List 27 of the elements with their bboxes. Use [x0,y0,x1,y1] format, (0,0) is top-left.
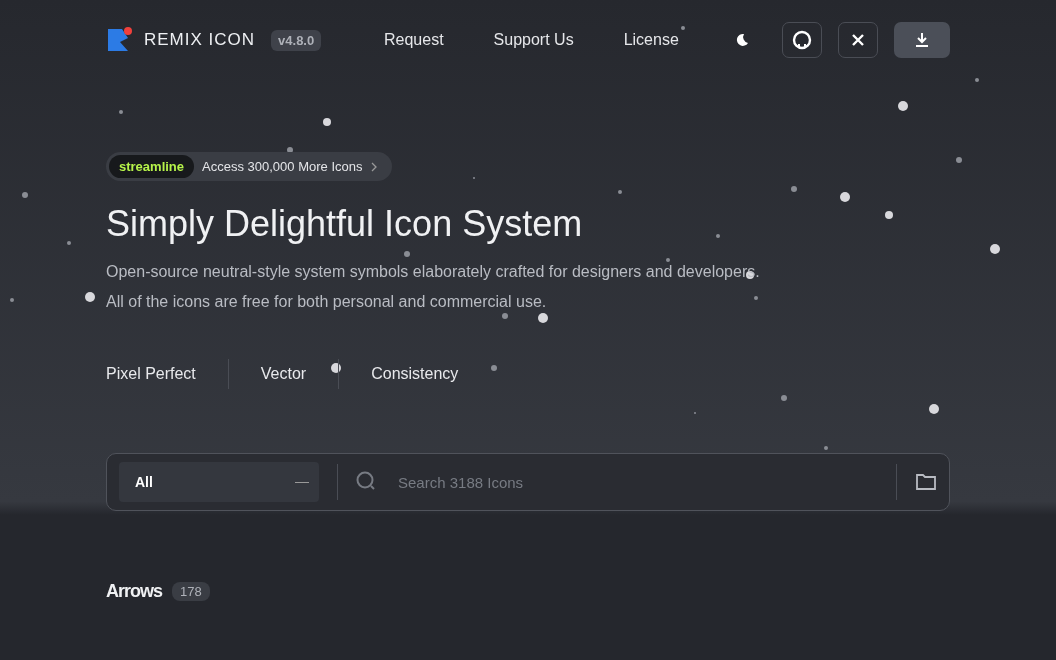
section-title: Arrows [106,581,162,602]
feature-label: Vector [227,359,339,389]
logo-icon[interactable] [106,26,134,54]
hero-description: All of the icons are free for both personal and commercial use. [106,293,548,311]
search-field[interactable]: Search 3188 Icons [396,472,878,492]
nav-link[interactable]: Request [384,31,444,49]
brand-name[interactable]: REMIX ICON [144,30,256,50]
moon-icon[interactable] [734,32,750,48]
x-icon [850,32,866,48]
count-badge: 178 [172,582,210,601]
promo-banner[interactable]: streamline Access 300,000 More Icons [106,152,393,181]
nav-link[interactable]: License [623,31,679,49]
nav-link[interactable]: Support Us [493,31,574,49]
github-icon [792,30,812,50]
chevron-icon [370,161,379,172]
folder-icon[interactable] [915,472,937,492]
promo-text: Access 300,000 More Icons [202,159,363,174]
feature-label: Pixel Perfect [106,364,197,384]
download-icon [914,32,930,48]
feature-label: Consistency [338,359,491,389]
x-button[interactable] [838,22,878,58]
category-select[interactable]: All [119,462,319,502]
streamline-badge: streamline [109,155,195,178]
download-button[interactable] [894,22,950,58]
github-button[interactable] [782,22,822,58]
hero-title: Simply Delightful Icon System [106,203,584,245]
version-badge: v4.8.0 [271,29,322,51]
